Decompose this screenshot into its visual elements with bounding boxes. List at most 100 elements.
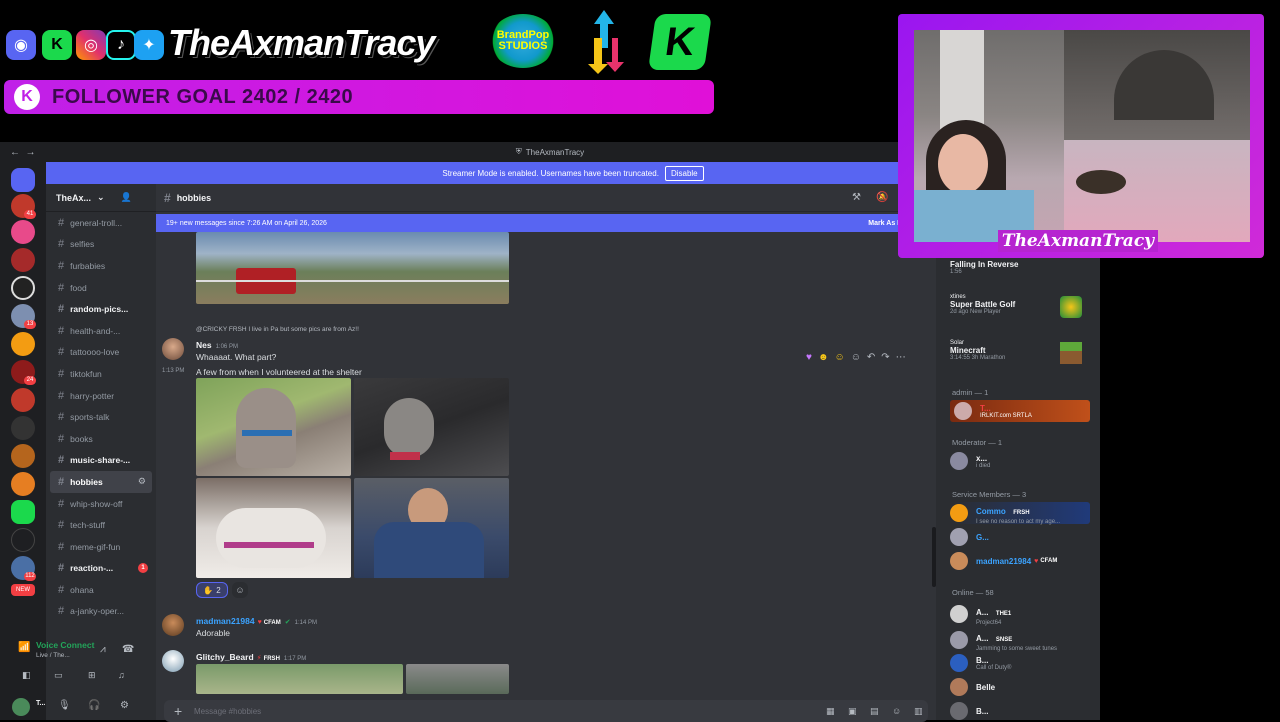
more-options-icon[interactable]: ⋯ — [896, 352, 906, 363]
message-composer[interactable]: + Message #hobbies ▦ ▣ ▤ ☺ ▥ — [164, 700, 928, 722]
forward-icon[interactable]: ↷ — [881, 352, 889, 363]
server-icon[interactable] — [11, 220, 35, 244]
laugh-reaction-icon[interactable]: ☻ — [818, 352, 829, 363]
message-author[interactable]: madman21984 — [196, 616, 255, 626]
camera-icon[interactable]: ◧ — [22, 670, 31, 681]
server-icon[interactable] — [11, 416, 35, 440]
attachment-image-dog[interactable] — [196, 378, 351, 476]
member-item[interactable]: B... Call of Duty® — [950, 654, 1011, 672]
gif-icon[interactable]: ▣ — [848, 706, 857, 717]
activity-item[interactable]: Solar Minecraft 3:14:55 3h Marathon — [950, 340, 1082, 364]
channel-item[interactable]: # food — [46, 277, 156, 299]
nav-arrows-icon[interactable]: ← → — [10, 147, 36, 158]
member-item[interactable]: A... SNSE Jamming to some sweet tunes — [950, 628, 1057, 652]
avatar[interactable] — [162, 650, 184, 672]
channel-settings-icon[interactable]: ⚙ — [138, 476, 146, 487]
attachment-image-dog[interactable] — [354, 478, 509, 578]
channel-item[interactable]: # books — [46, 428, 156, 450]
disconnect-icon[interactable]: ☎ — [122, 644, 134, 655]
attachment-image-landscape[interactable] — [196, 232, 509, 304]
channel-item[interactable]: # tiktokfun — [46, 363, 156, 385]
channel-name: books — [70, 433, 93, 444]
new-messages-bar[interactable]: 19+ new messages since 7:26 AM on April … — [156, 214, 936, 232]
server-icon[interactable] — [11, 276, 35, 300]
channel-item[interactable]: # health-and-... — [46, 320, 156, 342]
mute-icon[interactable]: 🔕 — [876, 192, 888, 203]
channel-item[interactable]: # general-troll... — [46, 212, 156, 234]
apps-icon[interactable]: ▥ — [914, 706, 923, 717]
channel-item[interactable]: # furbabies — [46, 255, 156, 277]
admin-section-header: admin — 1 — [952, 388, 989, 397]
channel-item[interactable]: # tattoooo-love — [46, 342, 156, 364]
member-item[interactable]: B... — [950, 702, 988, 720]
user-avatar[interactable] — [12, 698, 30, 716]
disable-streamer-mode-button[interactable]: Disable — [664, 165, 704, 181]
message-author[interactable]: Glitchy_Beard — [196, 652, 254, 662]
reaction-chip[interactable]: ✋ 2 — [196, 582, 228, 598]
headphones-icon[interactable]: 🎧 — [88, 700, 100, 711]
message-timestamp: 1:14 PM — [294, 620, 317, 626]
discord-home-icon[interactable] — [11, 168, 35, 192]
channel-name: hobbies — [70, 476, 103, 487]
member-item[interactable]: Belle — [950, 678, 995, 696]
member-item[interactable]: G... — [950, 528, 989, 546]
channel-name: music-share-... — [70, 455, 131, 466]
member-item[interactable]: x... i died — [950, 452, 990, 470]
channel-item[interactable]: # hobbies ⚙ — [50, 471, 152, 493]
member-item[interactable]: T... IRLKIT.com SRTLA — [950, 400, 1090, 422]
add-reaction-icon[interactable]: ☺ — [232, 582, 248, 598]
reply-icon[interactable]: ↶ — [867, 352, 875, 363]
server-icon[interactable] — [11, 332, 35, 356]
activity-item[interactable]: Falling In Reverse 1:56 — [950, 260, 1018, 275]
laugh-reaction-icon[interactable]: ☺ — [834, 352, 844, 363]
microphone-icon[interactable]: 🎙 — [58, 700, 71, 711]
unread-badge: 13 — [24, 320, 36, 329]
member-item[interactable]: A... THE1 Project64 — [950, 602, 1011, 626]
heart-reaction-icon[interactable]: ♥ — [806, 352, 812, 363]
avatar[interactable] — [162, 614, 184, 636]
attachment-image-dog[interactable] — [196, 478, 351, 578]
channel-item[interactable]: # whip-show-off — [46, 493, 156, 515]
server-icon[interactable] — [11, 472, 35, 496]
server-icon[interactable] — [11, 444, 35, 468]
settings-gear-icon[interactable]: ⚙ — [120, 700, 129, 711]
server-icon[interactable] — [11, 248, 35, 272]
threads-icon[interactable]: ⚒ — [852, 192, 861, 203]
soundboard-icon[interactable]: ♫ — [118, 670, 125, 680]
server-icon[interactable] — [11, 528, 35, 552]
channel-item[interactable]: # random-pics... — [46, 298, 156, 320]
channel-item[interactable]: # selfies — [46, 234, 156, 256]
emoji-icon[interactable]: ☺ — [892, 706, 901, 716]
channel-item[interactable]: # sports-talk — [46, 406, 156, 428]
voice-user-panel: 📶 Voice Connect Live / The... ⩘ ☎ ◧ ▭ ⊞ … — [0, 594, 156, 720]
sticker-icon[interactable]: ▤ — [870, 706, 879, 717]
voice-status[interactable]: Voice Connect — [36, 640, 94, 650]
attachment-image[interactable] — [196, 664, 403, 694]
member-item[interactable]: madman21984 ♥ CFAM — [950, 552, 1057, 570]
member-name: A... — [976, 608, 989, 617]
server-icon[interactable] — [11, 500, 35, 524]
channel-name: reaction-... — [70, 563, 114, 574]
add-member-icon[interactable]: 👤 — [121, 192, 132, 203]
channel-item[interactable]: # music-share-... — [46, 450, 156, 472]
message-author[interactable]: Nes — [196, 340, 212, 350]
gift-icon[interactable]: ▦ — [826, 706, 835, 717]
noise-suppression-icon[interactable]: ⩘ — [100, 644, 106, 655]
member-item[interactable]: Commo FRSH I see no reason to act my age… — [950, 502, 1090, 525]
avatar[interactable] — [162, 338, 184, 360]
add-reaction-icon[interactable]: ☺ — [851, 352, 861, 363]
channel-item[interactable]: # meme-gif-fun — [46, 536, 156, 558]
activity-item[interactable]: xtines Super Battle Golf 2d ago New Play… — [950, 294, 1082, 318]
activities-icon[interactable]: ⊞ — [88, 670, 96, 681]
add-attachment-icon[interactable]: + — [174, 703, 182, 719]
channel-item[interactable]: # reaction-... 1 — [46, 558, 156, 580]
channel-item[interactable]: # tech-stuff — [46, 514, 156, 536]
server-header[interactable]: TheAx... ⌄ 👤 — [46, 184, 156, 212]
member-name: Commo — [976, 507, 1006, 516]
channel-item[interactable]: # harry-potter — [46, 385, 156, 407]
attachment-image-dog[interactable] — [354, 378, 509, 476]
attachment-image[interactable] — [406, 664, 509, 694]
screen-share-icon[interactable]: ▭ — [54, 670, 63, 681]
server-icon[interactable] — [11, 388, 35, 412]
reply-preview[interactable]: @CRICKY FRSH I live in Pa but some pics … — [196, 326, 359, 333]
